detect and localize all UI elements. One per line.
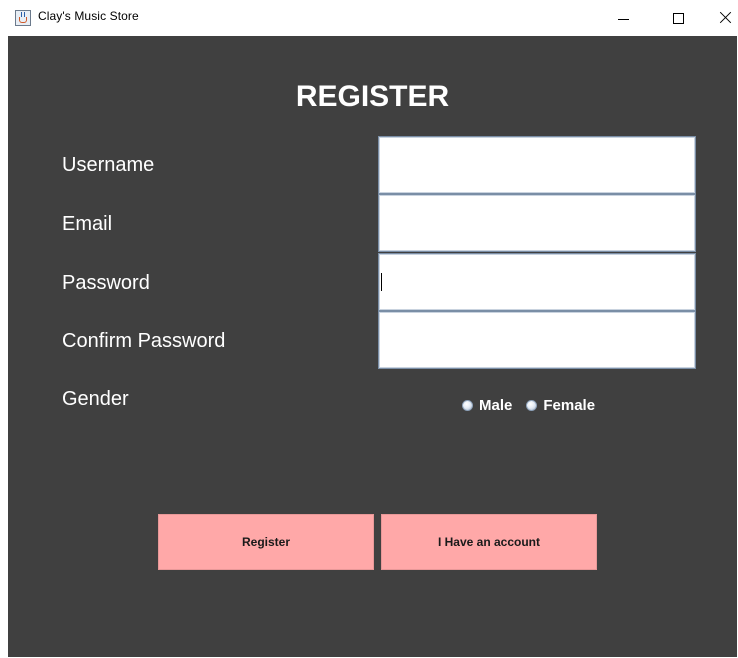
- have-account-button[interactable]: I Have an account: [381, 514, 597, 570]
- close-icon: [719, 12, 731, 24]
- username-label: Username: [62, 154, 155, 176]
- email-label: Email: [62, 213, 113, 235]
- radio-button-icon[interactable]: [526, 399, 538, 411]
- username-input[interactable]: [378, 136, 696, 194]
- register-panel: REGISTER Username Email Password Confirm…: [8, 36, 737, 657]
- gender-radio-group: Male Female: [462, 395, 609, 415]
- confirm-password-label: Confirm Password: [62, 330, 226, 352]
- minimize-button[interactable]: [600, 0, 646, 36]
- window-title: Clay's Music Store: [38, 9, 139, 23]
- page-title: REGISTER: [295, 80, 450, 113]
- radio-button-icon[interactable]: [462, 399, 473, 411]
- maximize-button[interactable]: [655, 0, 701, 36]
- gender-label: Gender: [62, 388, 129, 410]
- email-input[interactable]: [378, 194, 696, 252]
- gender-option-label: Female: [543, 396, 596, 414]
- password-input[interactable]: [378, 253, 696, 311]
- title-bar[interactable]: Clay's Music Store: [0, 0, 738, 36]
- maximize-icon: [672, 12, 684, 24]
- java-app-icon: [15, 10, 31, 26]
- text-caret: [381, 273, 382, 291]
- password-label: Password: [62, 272, 150, 294]
- close-button[interactable]: [702, 0, 738, 36]
- minimize-icon: [617, 18, 629, 20]
- gender-option-label: Male: [479, 396, 513, 414]
- confirm-password-input[interactable]: [378, 311, 696, 369]
- register-button[interactable]: Register: [158, 514, 374, 570]
- gender-radio-female[interactable]: Female: [526, 397, 595, 414]
- app-window: Clay's Music Store REGISTER Username Ema…: [0, 0, 738, 658]
- gender-radio-male[interactable]: Male: [462, 397, 512, 414]
